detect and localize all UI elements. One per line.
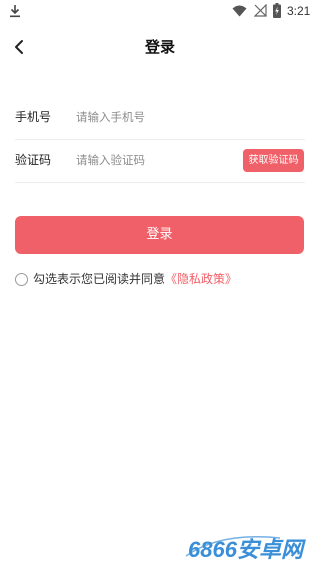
code-input[interactable] [76,149,236,171]
agreement-label: 勾选表示您已阅读并同意 [33,272,166,286]
page-title: 登录 [144,38,175,56]
phone-input[interactable] [76,106,236,128]
watermark-logo: 6866安卓网 [185,536,306,562]
no-signal-icon [254,4,267,17]
status-time: 3:21 [287,4,311,18]
privacy-policy-link[interactable]: 《隐私政策》 [165,272,237,286]
status-bar: 3:21 [0,0,320,24]
login-button[interactable]: 登录 [15,216,304,254]
code-label: 验证码 [15,153,52,167]
code-row: 验证码 获取验证码 [15,139,305,183]
wifi-icon [232,5,247,17]
phone-row: 手机号 [15,96,305,140]
get-code-button[interactable]: 获取验证码 [243,149,304,172]
battery-charging-icon [273,3,281,18]
phone-label: 手机号 [15,110,52,124]
agreement-radio[interactable] [15,273,28,286]
download-icon [10,5,20,18]
agreement-text: 勾选表示您已阅读并同意《隐私政策》 [33,271,237,288]
watermark-text: 6866安卓网 [188,537,306,562]
